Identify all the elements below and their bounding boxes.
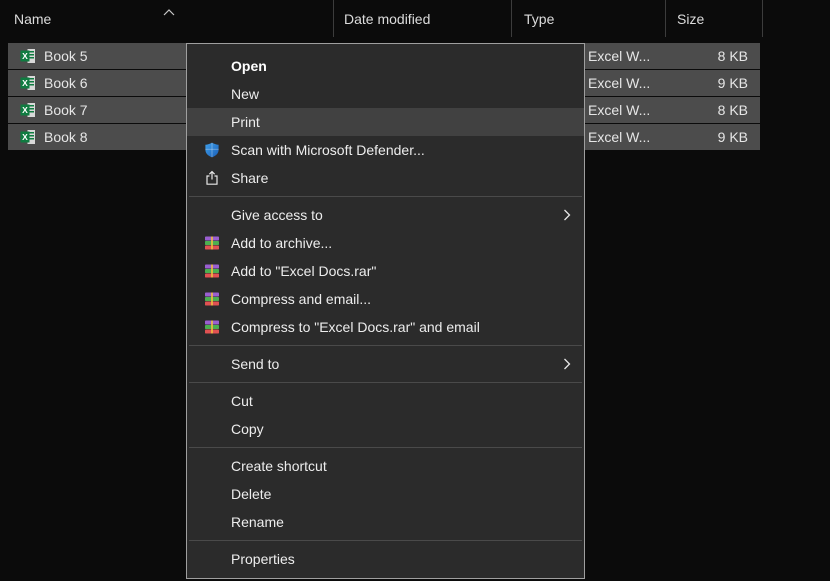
menu-item-label: Give access to bbox=[231, 207, 323, 223]
menu-item-label: Compress to "Excel Docs.rar" and email bbox=[231, 319, 480, 335]
menu-item-send-to[interactable]: Send to bbox=[187, 350, 584, 378]
menu-item-label: Open bbox=[231, 58, 267, 74]
svg-text:X: X bbox=[22, 51, 28, 61]
column-header-date-modified[interactable]: Date modified bbox=[334, 0, 512, 37]
file-size: 8 KB bbox=[665, 43, 760, 69]
winrar-icon bbox=[203, 290, 221, 308]
excel-file-icon: X bbox=[20, 75, 36, 91]
submenu-arrow-icon bbox=[563, 358, 571, 370]
winrar-icon bbox=[203, 318, 221, 336]
menu-item-delete[interactable]: Delete bbox=[187, 480, 584, 508]
menu-item-label: Print bbox=[231, 114, 260, 130]
excel-file-icon: X bbox=[20, 102, 36, 118]
menu-item-label: Compress and email... bbox=[231, 291, 371, 307]
menu-separator bbox=[189, 345, 582, 346]
menu-item-compress-and-email[interactable]: Compress and email... bbox=[187, 285, 584, 313]
defender-shield-icon bbox=[203, 141, 221, 159]
submenu-arrow-icon bbox=[563, 209, 571, 221]
winrar-icon bbox=[203, 262, 221, 280]
menu-item-label: Properties bbox=[231, 551, 295, 567]
column-header-size[interactable]: Size bbox=[666, 0, 763, 37]
menu-item-label: Add to "Excel Docs.rar" bbox=[231, 263, 376, 279]
menu-item-label: Copy bbox=[231, 421, 264, 437]
menu-item-create-shortcut[interactable]: Create shortcut bbox=[187, 452, 584, 480]
file-explorer-window: Name Date modified Type Size X Book 5 Ex… bbox=[0, 0, 830, 581]
menu-item-cut[interactable]: Cut bbox=[187, 387, 584, 415]
svg-text:X: X bbox=[22, 78, 28, 88]
menu-item-properties[interactable]: Properties bbox=[187, 545, 584, 573]
file-name: Book 5 bbox=[44, 48, 88, 64]
menu-item-share[interactable]: Share bbox=[187, 164, 584, 192]
column-header-size-label: Size bbox=[677, 11, 704, 27]
file-name: Book 8 bbox=[44, 129, 88, 145]
menu-item-label: Scan with Microsoft Defender... bbox=[231, 142, 425, 158]
sort-ascending-icon[interactable] bbox=[163, 3, 175, 10]
menu-item-copy[interactable]: Copy bbox=[187, 415, 584, 443]
menu-item-add-to-excel-docs-rar[interactable]: Add to "Excel Docs.rar" bbox=[187, 257, 584, 285]
file-size: 8 KB bbox=[665, 97, 760, 123]
menu-item-label: Add to archive... bbox=[231, 235, 332, 251]
menu-item-new[interactable]: New bbox=[187, 80, 584, 108]
file-name: Book 7 bbox=[44, 102, 88, 118]
column-header-name-label: Name bbox=[14, 11, 51, 27]
menu-item-rename[interactable]: Rename bbox=[187, 508, 584, 536]
column-header-type[interactable]: Type bbox=[512, 0, 666, 37]
menu-item-label: Share bbox=[231, 170, 268, 186]
menu-item-print[interactable]: Print bbox=[187, 108, 584, 136]
svg-text:X: X bbox=[22, 132, 28, 142]
share-icon bbox=[203, 169, 221, 187]
column-header-type-label: Type bbox=[524, 11, 554, 27]
menu-item-label: Create shortcut bbox=[231, 458, 327, 474]
file-size: 9 KB bbox=[665, 124, 760, 150]
excel-file-icon: X bbox=[20, 48, 36, 64]
menu-item-scan-with-defender[interactable]: Scan with Microsoft Defender... bbox=[187, 136, 584, 164]
menu-item-open[interactable]: Open bbox=[187, 52, 584, 80]
menu-item-give-access-to[interactable]: Give access to bbox=[187, 201, 584, 229]
column-header-date-label: Date modified bbox=[344, 11, 430, 27]
svg-text:X: X bbox=[22, 105, 28, 115]
menu-item-add-to-archive[interactable]: Add to archive... bbox=[187, 229, 584, 257]
file-name: Book 6 bbox=[44, 75, 88, 91]
menu-item-label: Delete bbox=[231, 486, 271, 502]
menu-item-label: Send to bbox=[231, 356, 279, 372]
menu-item-label: Rename bbox=[231, 514, 284, 530]
menu-item-compress-to-excel-docs-rar-and-email[interactable]: Compress to "Excel Docs.rar" and email bbox=[187, 313, 584, 341]
menu-separator bbox=[189, 382, 582, 383]
menu-separator bbox=[189, 196, 582, 197]
menu-item-label: New bbox=[231, 86, 259, 102]
context-menu: Open New Print Scan with Microsoft Defen… bbox=[186, 43, 585, 579]
excel-file-icon: X bbox=[20, 129, 36, 145]
menu-separator bbox=[189, 540, 582, 541]
menu-separator bbox=[189, 447, 582, 448]
column-header-row: Name Date modified Type Size bbox=[0, 0, 830, 37]
winrar-icon bbox=[203, 234, 221, 252]
file-size: 9 KB bbox=[665, 70, 760, 96]
menu-item-label: Cut bbox=[231, 393, 253, 409]
